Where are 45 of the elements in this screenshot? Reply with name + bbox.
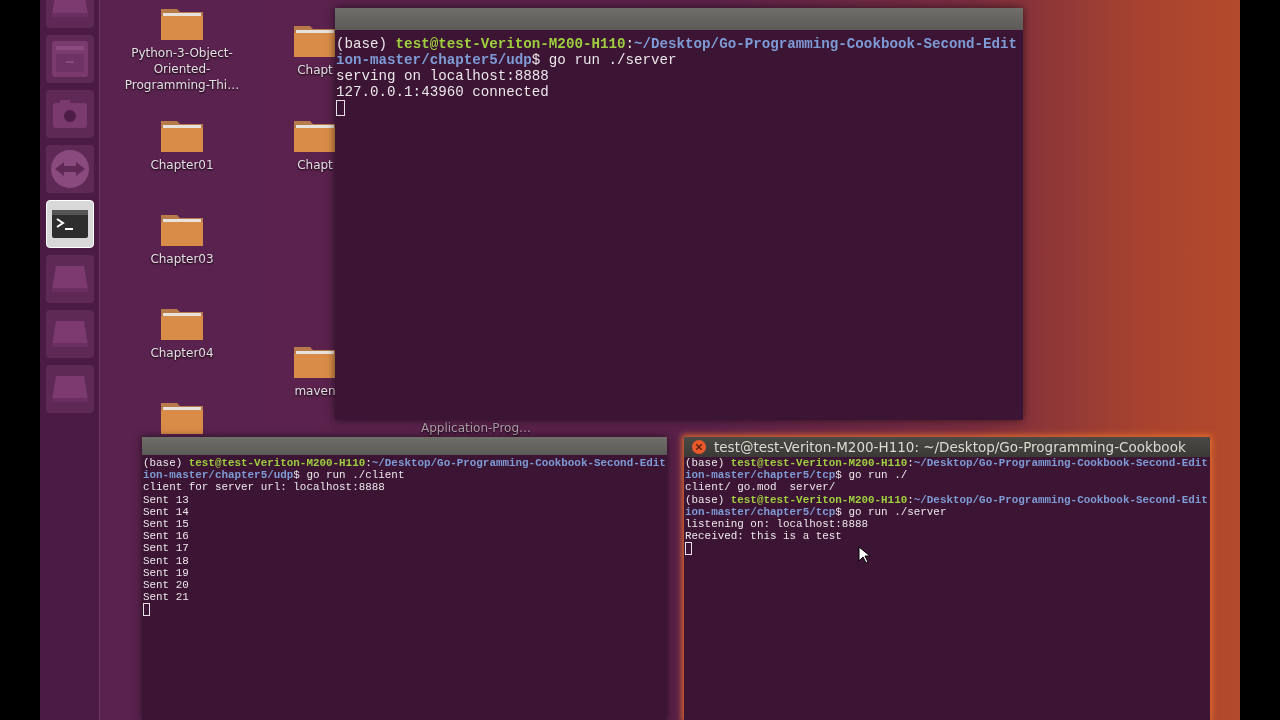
terminal-line: (base) test@test-Veriton-M200-H110:~/Desktop/Go-Programming-Cookbook-Second-Edit [143,457,667,470]
drive-icon [49,264,90,294]
terminal-line: Sent 16 [143,530,190,543]
terminal-line: serving on localhost:8888 [336,68,550,84]
close-button[interactable] [692,440,706,454]
terminal-line: ion-master/chapter5/tcp$ go run ./server [685,505,948,518]
terminal-line: (base) test@test-Veriton-M200-H110:~/Desktop/Go-Programming-Cookbook-Second-Edit [685,457,1209,470]
terminal-line: 127.0.0.1:43960 connected [336,84,550,100]
window-title: test@test-Veriton-M200-H110: ~/Desktop/Go-Programming-Cookbook [714,439,1186,455]
drive-icon [49,374,90,404]
terminal-line: (base) test@test-Veriton-M200-H110:~/Desktop/Go-Programming-Cookbook-Second-Edit [336,36,1019,52]
terminal-line: ion-master/chapter5/udp$ go run ./server [336,52,678,68]
text-cursor [336,100,345,116]
text-cursor [685,542,692,555]
terminal-icon [51,210,88,238]
terminal-line: Sent 17 [143,542,190,555]
folder-label[interactable]: Chapter01 [116,157,248,173]
terminal-line: listening on: localhost:8888 [685,518,869,531]
terminal-line: Sent 18 [143,554,190,567]
text-cursor [143,603,150,616]
file-cabinet-icon [50,40,89,78]
terminal-line: ion-master/chapter5/tcp$ go run ./ [685,469,909,482]
folder-label[interactable]: Chapter04 [116,345,248,361]
folder-label[interactable]: Chapt [297,157,333,173]
terminal-line: Sent 21 [143,591,190,604]
folder-label[interactable]: Application-Prog… [421,421,532,436]
terminal-line: Sent 19 [143,566,190,580]
camera-icon [51,99,88,129]
terminal-line: (base) test@test-Veriton-M200-H110:~/Desktop/Go-Programming-Cookbook-Second-Edit [685,493,1209,506]
folder-label[interactable]: Python-3-Object-Oriented-Programming-Thi… [116,45,248,93]
terminal-line: client for server url: localhost:8888 [143,481,386,494]
drive-icon [49,319,90,349]
terminal-line: ion-master/chapter5/udp$ go run ./client [143,469,406,482]
terminal-line: Sent 13 [143,493,190,506]
terminal-line: Sent 15 [143,518,190,531]
folder-label[interactable]: Chapt [297,62,333,78]
folder-label[interactable]: maven [294,383,336,399]
terminal-line: Sent 20 [143,579,190,592]
mouse-pointer-icon [858,546,870,564]
terminal-line: Sent 14 [143,505,190,518]
terminal-line: client/ go.mod server/ [685,481,837,494]
folder-label[interactable]: Chapter03 [116,251,248,267]
launcher-item[interactable] [45,200,94,248]
close-icon [696,444,702,450]
terminal-line: Received: this is a test [685,530,843,543]
